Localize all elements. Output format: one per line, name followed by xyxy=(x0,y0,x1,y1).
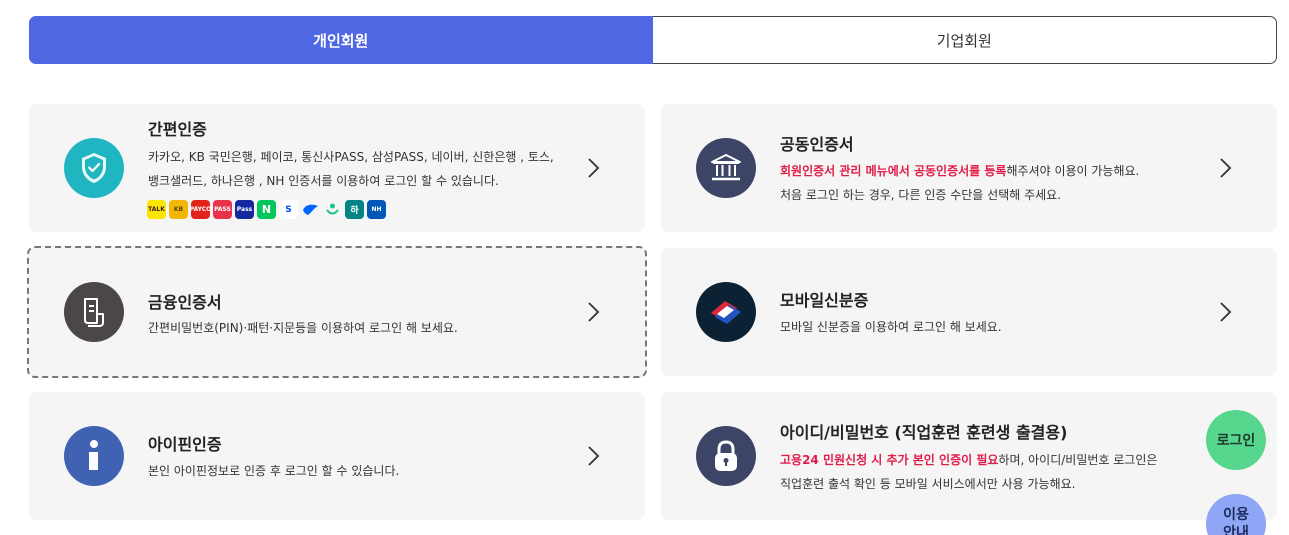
naver-logo: N xyxy=(257,200,276,219)
card-title: 아이핀인증 xyxy=(148,435,222,454)
pass-logo: PASS xyxy=(213,200,232,219)
chevron-right-icon xyxy=(588,446,600,466)
tab-personal[interactable]: 개인회원 xyxy=(29,16,653,64)
desc-line-1: 고용24 민원신청 시 추가 본인 인증이 필요하며, 아이디/비밀번호 로그인… xyxy=(780,448,1220,472)
bank-icon xyxy=(696,138,756,198)
chevron-right-icon xyxy=(588,302,600,322)
document-icon xyxy=(64,282,124,342)
chevron-right-icon xyxy=(1220,302,1232,322)
hana-logo: 하 xyxy=(345,200,364,219)
card-description: 고용24 민원신청 시 추가 본인 인증이 필요하며, 아이디/비밀번호 로그인… xyxy=(780,448,1220,496)
info-icon xyxy=(64,426,124,486)
floating-login-label: 로그인 xyxy=(1216,433,1256,449)
card-title: 간편인증 xyxy=(148,120,207,139)
member-type-tabs: 개인회원 기업회원 xyxy=(29,16,1277,64)
simple-auth-card[interactable]: 간편인증 카카오, KB 국민은행, 페이코, 통신사PASS, 삼성PASS,… xyxy=(29,104,645,232)
card-description: 회원인증서 관리 메뉴에서 공동인증서를 등록해주셔야 이용이 가능해요. 처음… xyxy=(780,159,1220,207)
kakao-logo: TALK xyxy=(147,200,166,219)
provider-logos: TALK KB PAYCO PASS Pass N S 하 NH xyxy=(147,200,386,219)
ipin-card[interactable]: 아이핀인증 본인 아이핀정보로 인증 후 로그인 할 수 있습니다. xyxy=(29,392,645,520)
tab-business[interactable]: 기업회원 xyxy=(652,16,1277,64)
samsung-pass-logo: Pass xyxy=(235,200,254,219)
desc-highlight: 고용24 민원신청 시 추가 본인 인증이 필요 xyxy=(780,453,999,467)
shield-check-icon xyxy=(64,138,124,198)
financial-cert-card[interactable]: 금융인증서 간편비밀번호(PIN)·패턴·지문등을 이용하여 로그인 해 보세요… xyxy=(27,246,647,378)
id-password-card[interactable]: 아이디/비밀번호 (직업훈련 훈련생 출결용) 고용24 민원신청 시 추가 본… xyxy=(661,392,1277,520)
card-title: 금융인증서 xyxy=(148,293,222,312)
card-description: 카카오, KB 국민은행, 페이코, 통신사PASS, 삼성PASS, 네이버,… xyxy=(148,145,588,193)
card-description: 본인 아이핀정보로 인증 후 로그인 할 수 있습니다. xyxy=(148,464,400,478)
kb-logo: KB xyxy=(169,200,188,219)
card-description: 모바일 신분증을 이용하여 로그인 해 보세요. xyxy=(780,320,1002,334)
mobile-id-icon xyxy=(696,282,756,342)
nh-logo: NH xyxy=(367,200,386,219)
desc-line-2: 처음 로그인 하는 경우, 다른 인증 수단을 선택해 주세요. xyxy=(780,188,1062,202)
desc-highlight: 회원인증서 관리 메뉴에서 공동인증서를 등록 xyxy=(780,164,1007,178)
desc-line-1: 회원인증서 관리 메뉴에서 공동인증서를 등록해주셔야 이용이 가능해요. xyxy=(780,159,1220,183)
desc-rest: 하며, 아이디/비밀번호 로그인은 xyxy=(998,453,1158,467)
desc-line-2: 뱅크샐러드, 하나은행 , NH 인증서를 이용하여 로그인 할 수 있습니다. xyxy=(148,174,499,188)
desc-line-2: 직업훈련 출석 확인 등 모바일 서비스에서만 사용 가능해요. xyxy=(780,477,1076,491)
floating-guide-label-2: 안내 xyxy=(1223,525,1249,535)
chevron-right-icon xyxy=(1220,158,1232,178)
card-description: 간편비밀번호(PIN)·패턴·지문등을 이용하여 로그인 해 보세요. xyxy=(148,321,458,335)
card-title: 아이디/비밀번호 (직업훈련 훈련생 출결용) xyxy=(780,423,1068,442)
card-title: 모바일신분증 xyxy=(780,291,869,310)
card-title: 공동인증서 xyxy=(780,135,854,154)
lock-icon xyxy=(696,426,756,486)
desc-line-1: 카카오, KB 국민은행, 페이코, 통신사PASS, 삼성PASS, 네이버,… xyxy=(148,150,554,164)
chevron-right-icon xyxy=(588,158,600,178)
banksalad-logo xyxy=(323,200,342,219)
shinhan-logo: S xyxy=(279,200,298,219)
joint-cert-card[interactable]: 공동인증서 회원인증서 관리 메뉴에서 공동인증서를 등록해주셔야 이용이 가능… xyxy=(661,104,1277,232)
floating-guide-label-1: 이용 xyxy=(1223,507,1249,523)
payco-logo: PAYCO xyxy=(191,200,210,219)
toss-logo xyxy=(301,200,320,219)
floating-login-button[interactable]: 로그인 xyxy=(1206,410,1266,470)
desc-rest: 해주셔야 이용이 가능해요. xyxy=(1006,164,1140,178)
mobile-id-card[interactable]: 모바일신분증 모바일 신분증을 이용하여 로그인 해 보세요. xyxy=(661,248,1277,376)
